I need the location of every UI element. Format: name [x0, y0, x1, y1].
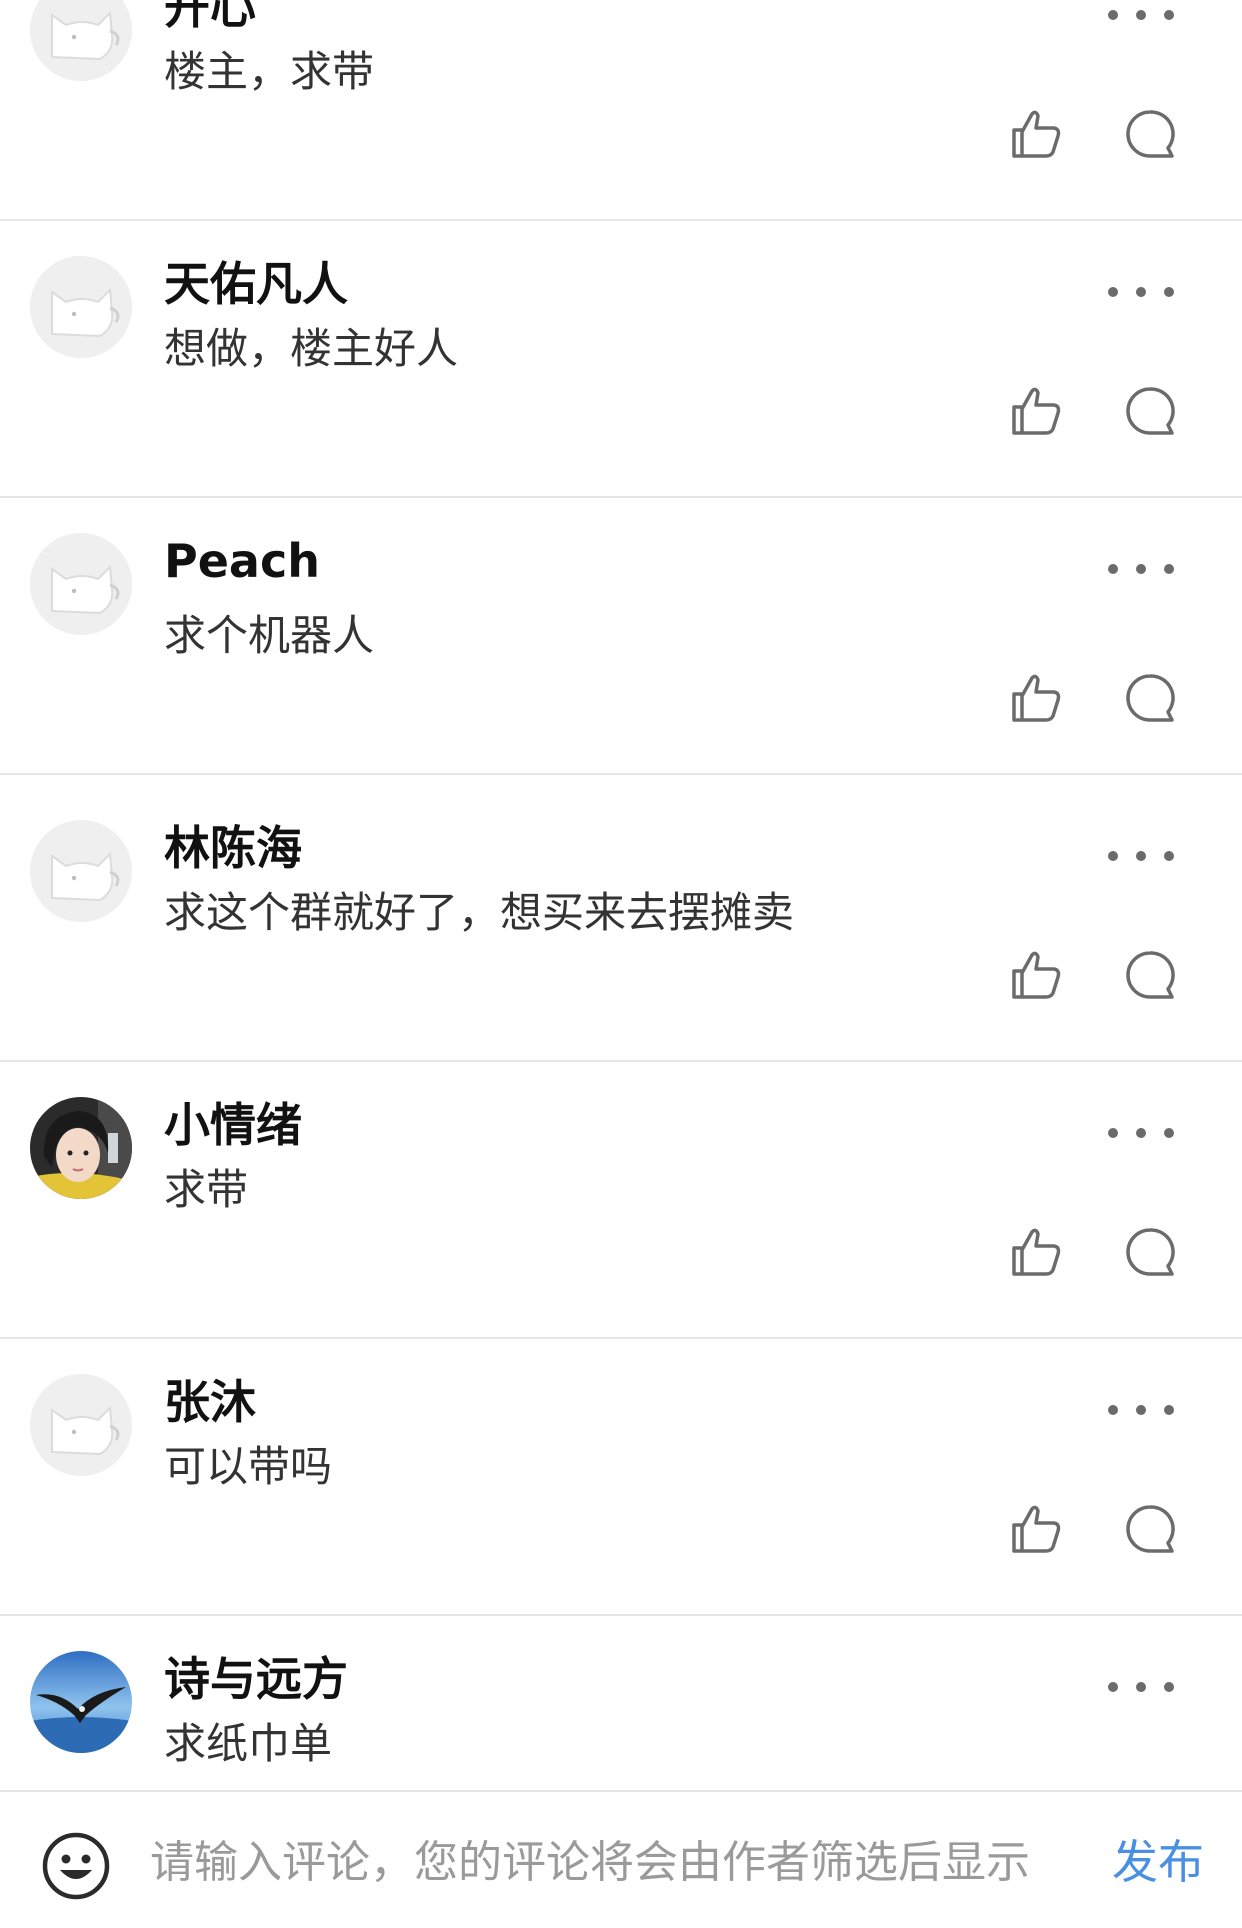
comment-bubble-icon[interactable]: [1120, 945, 1180, 1005]
more-dots-icon[interactable]: [1108, 0, 1174, 30]
comment-bubble-icon[interactable]: [1120, 1499, 1180, 1559]
comment-item: 小情绪 求带: [0, 1062, 1242, 1339]
thumbs-up-icon[interactable]: [1006, 104, 1066, 164]
comment-item: 林陈海 求这个群就好了，想买来去摆摊卖: [0, 785, 1242, 1062]
avatar[interactable]: [30, 1651, 132, 1753]
comments-page: 开心 楼主，求带 天佑凡人 想做，楼主好人 Peach 求个机器人 林陈海 求这…: [0, 0, 1242, 1928]
comment-bubble-icon[interactable]: [1120, 668, 1180, 728]
comment-bubble-icon[interactable]: [1120, 1222, 1180, 1282]
comment-text: 求带: [164, 1165, 249, 1214]
comment-text: 求这个群就好了，想买来去摆摊卖: [164, 888, 795, 937]
dog-avatar-icon: [30, 256, 132, 358]
comment-input-bar: 发布: [0, 1790, 1242, 1928]
more-dots-icon[interactable]: [1108, 1118, 1174, 1148]
comment-bubble-icon[interactable]: [1120, 104, 1180, 164]
thumbs-up-icon[interactable]: [1006, 1222, 1066, 1282]
comment-item: Peach 求个机器人: [0, 498, 1242, 775]
username[interactable]: 诗与远方: [164, 1649, 348, 1709]
comment-item: 天佑凡人 想做，楼主好人: [0, 221, 1242, 498]
more-dots-icon[interactable]: [1108, 277, 1174, 307]
comment-input[interactable]: [150, 1826, 1080, 1898]
avatar[interactable]: [30, 820, 132, 922]
comment-text: 可以带吗: [164, 1442, 333, 1491]
smiley-face-icon[interactable]: [40, 1830, 112, 1902]
comment-text: 楼主，求带: [164, 47, 375, 96]
comment-text: 想做，楼主好人: [164, 324, 459, 373]
publish-button[interactable]: 发布: [1112, 1828, 1204, 1896]
comment-text: 求个机器人: [164, 611, 375, 660]
username[interactable]: 张沐: [164, 1372, 256, 1432]
thumbs-up-icon[interactable]: [1006, 945, 1066, 1005]
username[interactable]: 天佑凡人: [164, 254, 348, 314]
more-dots-icon[interactable]: [1108, 841, 1174, 871]
thumbs-up-icon[interactable]: [1006, 668, 1066, 728]
comment-item: 张沐 可以带吗: [0, 1339, 1242, 1616]
dog-avatar-icon: [30, 0, 132, 81]
thumbs-up-icon[interactable]: [1006, 381, 1066, 441]
girl-photo-avatar-icon: [30, 1097, 132, 1199]
avatar[interactable]: [30, 533, 132, 635]
username[interactable]: 小情绪: [164, 1095, 302, 1155]
avatar[interactable]: [30, 256, 132, 358]
username[interactable]: 开心: [164, 0, 256, 37]
more-dots-icon[interactable]: [1108, 1672, 1174, 1702]
avatar[interactable]: [30, 1097, 132, 1199]
more-dots-icon[interactable]: [1108, 1395, 1174, 1425]
avatar[interactable]: [30, 0, 132, 81]
dog-avatar-icon: [30, 820, 132, 922]
avatar[interactable]: [30, 1374, 132, 1476]
eagle-photo-avatar-icon: [30, 1651, 132, 1753]
thumbs-up-icon[interactable]: [1006, 1499, 1066, 1559]
username[interactable]: Peach: [164, 531, 320, 591]
dog-avatar-icon: [30, 1374, 132, 1476]
more-dots-icon[interactable]: [1108, 554, 1174, 584]
comment-bubble-icon[interactable]: [1120, 381, 1180, 441]
comment-item: 开心 楼主，求带: [0, 0, 1242, 221]
username[interactable]: 林陈海: [164, 818, 302, 878]
dog-avatar-icon: [30, 533, 132, 635]
comment-text: 求纸巾单: [164, 1719, 333, 1768]
